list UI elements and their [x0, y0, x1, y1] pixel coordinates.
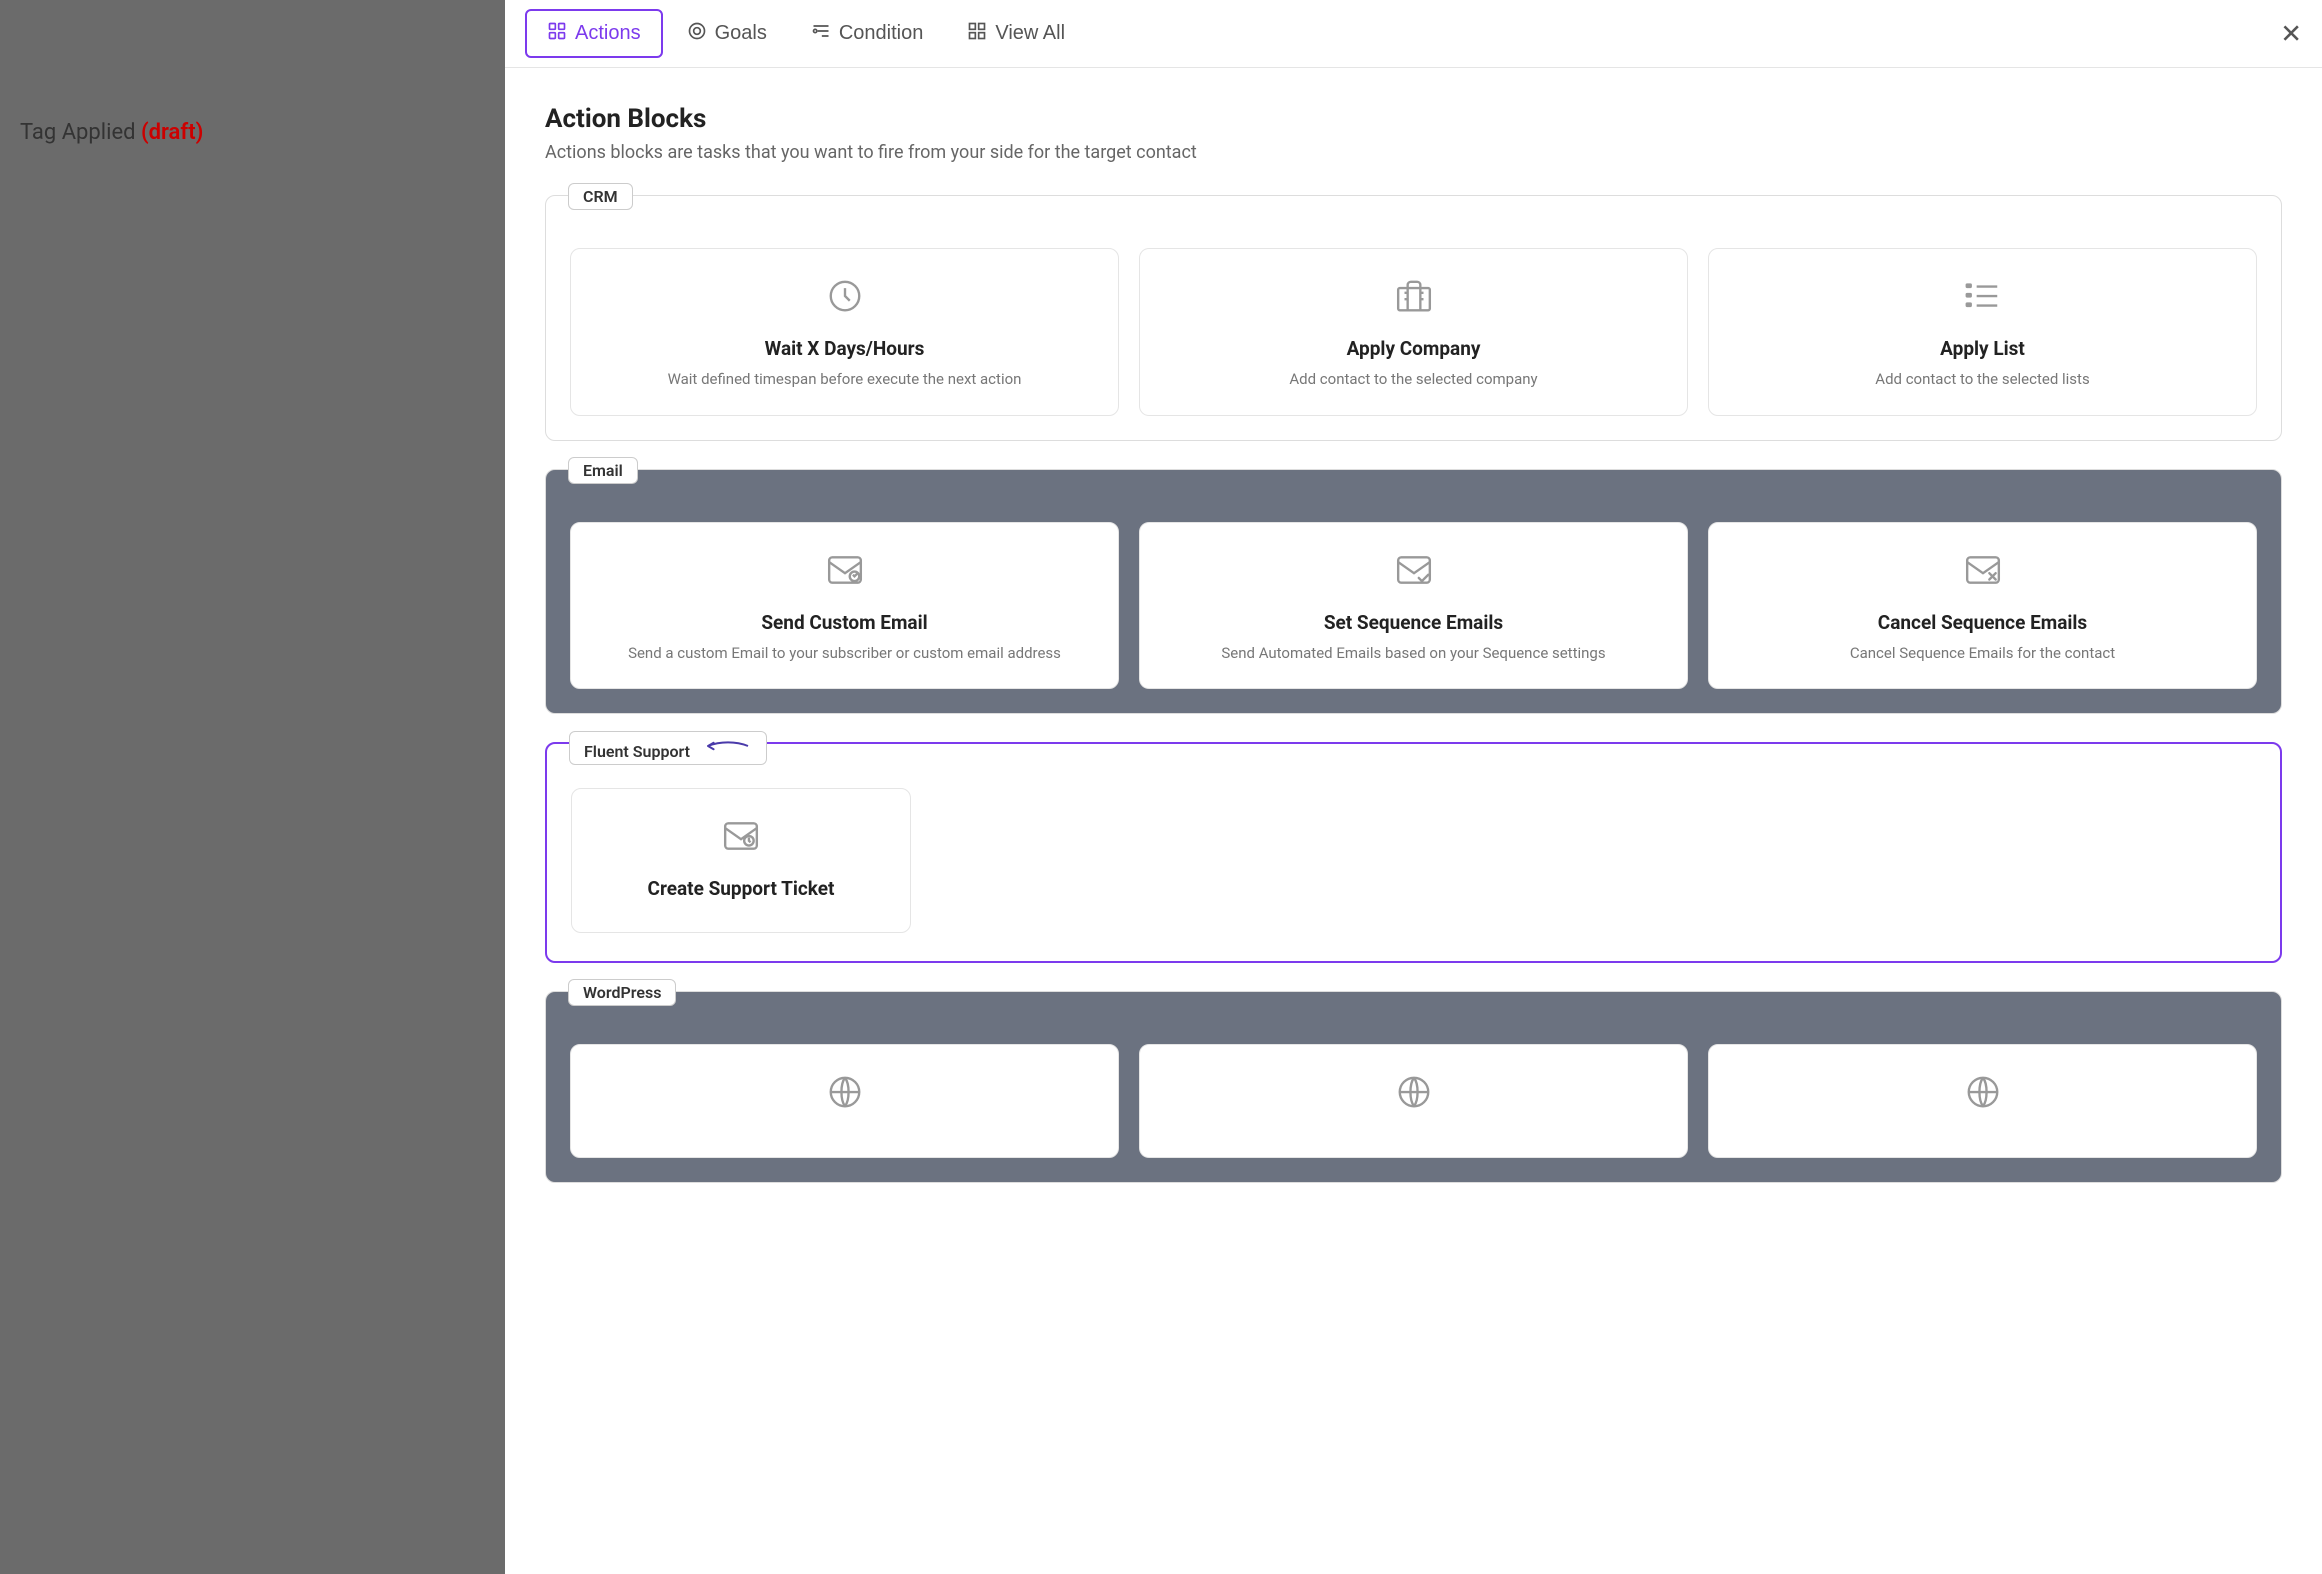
clock-icon [826, 277, 864, 323]
card-set-sequence-emails[interactable]: Set Sequence Emails Send Automated Email… [1139, 522, 1688, 690]
fluent-support-header: Fluent Support [547, 744, 2280, 961]
condition-icon [811, 21, 831, 46]
ticket-icon [722, 817, 760, 863]
wordpress-group: WordPress [545, 991, 2282, 1183]
tab-view-all-label: View All [995, 22, 1065, 45]
email-sequence-icon [1395, 551, 1433, 597]
actions-icon [547, 21, 567, 46]
tab-goals-label: Goals [715, 22, 767, 45]
list-icon [1964, 277, 2002, 323]
goals-icon [687, 21, 707, 46]
wp-icon-2 [1395, 1073, 1433, 1119]
card-cancel-sequence-title: Cancel Sequence Emails [1878, 611, 2087, 634]
email-group-header: Email Send Custom Email [546, 470, 2281, 714]
action-blocks-panel: Actions Goals Condition [505, 0, 2322, 1574]
wordpress-label: WordPress [568, 979, 676, 1006]
card-create-support-ticket-title: Create Support Ticket [648, 877, 835, 900]
email-send-icon [826, 551, 864, 597]
card-cancel-sequence-desc: Cancel Sequence Emails for the contact [1850, 642, 2115, 665]
tab-actions[interactable]: Actions [525, 9, 663, 58]
card-set-sequence-title: Set Sequence Emails [1324, 611, 1503, 634]
company-icon [1395, 277, 1433, 323]
wordpress-group-header: WordPress [546, 992, 2281, 1182]
tag-status: Tag Applied (draft) [20, 120, 203, 145]
card-apply-company[interactable]: Apply Company Add contact to the selecte… [1139, 248, 1688, 416]
background-panel: Tag Applied (draft) [0, 0, 505, 1574]
crm-label: CRM [568, 183, 633, 210]
email-cards: Send Custom Email Send a custom Email to… [546, 490, 2281, 714]
tab-condition-label: Condition [839, 22, 924, 45]
email-cancel-icon [1964, 551, 2002, 597]
card-create-support-ticket[interactable]: Create Support Ticket [571, 788, 911, 933]
card-apply-company-desc: Add contact to the selected company [1289, 368, 1537, 391]
email-group: Email Send Custom Email [545, 469, 2282, 715]
wp-icon-3 [1964, 1073, 2002, 1119]
fluent-support-group: Fluent Support [545, 742, 2282, 963]
card-apply-list-title: Apply List [1940, 337, 2025, 360]
card-send-custom-email-desc: Send a custom Email to your subscriber o… [628, 642, 1061, 665]
wp-icon-1 [826, 1073, 864, 1119]
card-apply-list[interactable]: Apply List Add contact to the selected l… [1708, 248, 2257, 416]
tab-goals[interactable]: Goals [667, 11, 787, 56]
card-wait-days-hours[interactable]: Wait X Days/Hours Wait defined timespan … [570, 248, 1119, 416]
page-description: Actions blocks are tasks that you want t… [545, 142, 2282, 163]
wordpress-cards [546, 1012, 2281, 1182]
card-wait-desc: Wait defined timespan before execute the… [668, 368, 1022, 391]
wp-card-1[interactable] [570, 1044, 1119, 1158]
content-area: Action Blocks Actions blocks are tasks t… [505, 68, 2322, 1574]
card-cancel-sequence-emails[interactable]: Cancel Sequence Emails Cancel Sequence E… [1708, 522, 2257, 690]
top-nav: Actions Goals Condition [505, 0, 2322, 68]
nav-tabs: Actions Goals Condition [525, 9, 1085, 58]
wp-card-2[interactable] [1139, 1044, 1688, 1158]
email-label: Email [568, 457, 638, 484]
card-send-custom-email-title: Send Custom Email [761, 611, 927, 634]
fluent-support-label: Fluent Support [569, 731, 767, 765]
tab-actions-label: Actions [575, 22, 641, 45]
fluent-support-cards: Create Support Ticket [547, 764, 2280, 961]
card-send-custom-email[interactable]: Send Custom Email Send a custom Email to… [570, 522, 1119, 690]
crm-cards: Wait X Days/Hours Wait defined timespan … [546, 216, 2281, 440]
card-apply-company-title: Apply Company [1347, 337, 1481, 360]
wp-card-3[interactable] [1708, 1044, 2257, 1158]
card-wait-title: Wait X Days/Hours [765, 337, 925, 360]
card-set-sequence-desc: Send Automated Emails based on your Sequ… [1221, 642, 1605, 665]
close-button[interactable]: ✕ [2280, 18, 2302, 49]
crm-group-header: CRM Wait X Days/Hours Wait defined times… [546, 196, 2281, 440]
tab-view-all[interactable]: View All [947, 11, 1085, 56]
view-all-icon [967, 21, 987, 46]
tab-condition[interactable]: Condition [791, 11, 944, 56]
card-apply-list-desc: Add contact to the selected lists [1875, 368, 2089, 391]
page-title: Action Blocks [545, 104, 2282, 134]
crm-group: CRM Wait X Days/Hours Wait defined times… [545, 195, 2282, 441]
